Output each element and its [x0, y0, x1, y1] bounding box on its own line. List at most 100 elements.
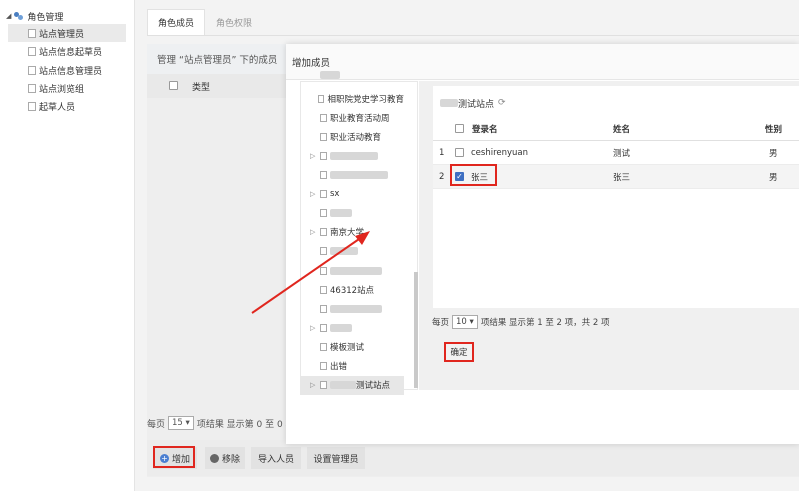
tab-role-members[interactable]: 角色成员 [147, 9, 205, 35]
remove-label: 移除 [221, 454, 240, 465]
site-tree-item[interactable] [300, 204, 404, 223]
import-button[interactable]: 导入人员 [251, 447, 301, 469]
highlight-add-box [153, 446, 195, 468]
user-gender: 男 [769, 149, 778, 159]
site-tree-item[interactable]: 职业教育活动周 [300, 108, 404, 127]
user-checkbox[interactable] [455, 148, 464, 157]
site-tree-label: sx [330, 189, 340, 200]
highlight-user-box [450, 164, 497, 186]
site-icon [320, 304, 327, 313]
site-tree-item[interactable]: 模板测试 [300, 337, 404, 356]
site-tree-item[interactable]: ▷ 南京大学 [300, 223, 404, 242]
redacted-text [330, 151, 378, 160]
tab-divider [147, 35, 799, 36]
redacted-text [330, 171, 388, 179]
expand-arrow-icon[interactable]: ▷ [310, 381, 320, 389]
select-all-checkbox[interactable] [169, 81, 178, 90]
redacted-text [330, 247, 358, 256]
tree-item-info-drafter[interactable]: 站点信息起草员 [8, 42, 126, 60]
redacted-text [320, 71, 340, 79]
user-row[interactable]: 1 ceshirenyuan 测试 男 [433, 141, 799, 165]
redacted-text [330, 304, 382, 313]
role-group-icon [14, 11, 24, 21]
site-tree-item[interactable]: 出错 [300, 357, 404, 376]
site-tree-label: 职业教育活动周 [330, 113, 390, 124]
user-table-header: 登录名 姓名 性别 [433, 117, 799, 141]
site-icon [320, 171, 327, 179]
confirm-label: 确定 [450, 348, 468, 358]
role-tree: ◢ 角色管理 站点管理员 站点信息起草员 站点信息管理员 站点浏览组 起草人员 [0, 0, 135, 491]
tree-item-label: 起草人员 [39, 102, 76, 113]
tree-root[interactable]: ◢ 角色管理 [6, 9, 63, 23]
site-tree-item[interactable]: ▷ 测试站点 [300, 375, 404, 395]
site-tree-item[interactable]: ▷ [300, 146, 404, 165]
site-icon [320, 209, 327, 218]
expand-arrow-icon[interactable]: ▷ [310, 152, 320, 160]
redacted-text [330, 323, 352, 332]
page-size-select[interactable]: 10 ▾ [452, 315, 478, 329]
site-tree-label: 职业活动教育 [330, 132, 382, 143]
site-icon [320, 228, 327, 237]
row-index: 1 [439, 148, 445, 158]
set-admin-label: 设置管理员 [313, 454, 359, 465]
user-name: 张三 [613, 173, 631, 183]
tab-label: 角色权限 [215, 18, 252, 29]
expand-arrow-icon[interactable]: ▷ [310, 228, 320, 236]
import-label: 导入人员 [257, 454, 294, 465]
user-name: 测试 [613, 149, 631, 159]
site-tree-item[interactable]: 46312站点 [300, 280, 404, 299]
site-icon [320, 362, 327, 370]
user-login: ceshirenyuan [471, 148, 529, 158]
document-icon [28, 28, 36, 38]
site-tree-item[interactable]: ▷ [300, 318, 404, 337]
site-icon [320, 113, 327, 122]
site-tree-item[interactable] [300, 299, 404, 318]
confirm-button[interactable]: 确定 [444, 342, 474, 362]
refresh-icon[interactable]: ⟳ [498, 98, 506, 108]
column-gender: 性别 [765, 125, 783, 135]
redacted-text [330, 266, 382, 275]
tree-item-site-admin[interactable]: 站点管理员 [8, 24, 126, 42]
site-tree-label: 南京大学 [330, 228, 365, 239]
document-icon [28, 65, 36, 75]
remove-button[interactable]: 移除 [205, 447, 245, 469]
site-tree-item[interactable]: 相职院党史学习教育 [300, 89, 404, 108]
user-pager: 每页 10 ▾ 项结果 显示第 1 至 2 项，共 2 项 [432, 313, 609, 331]
site-tree-scrollbar[interactable] [414, 272, 418, 388]
tab-role-permissions[interactable]: 角色权限 [205, 9, 263, 35]
site-tree-label: 测试站点 [356, 381, 391, 392]
tree-item-info-admin[interactable]: 站点信息管理员 [8, 61, 126, 79]
document-icon [28, 101, 36, 111]
site-tree-item[interactable] [300, 261, 404, 280]
tab-label: 角色成员 [157, 19, 194, 29]
site-tree-item[interactable]: 职业活动教育 [300, 127, 404, 146]
expand-arrow-icon[interactable]: ▷ [310, 324, 320, 332]
site-icon [320, 132, 327, 141]
page-size-select[interactable]: 15 ▾ [168, 416, 194, 430]
site-tree-item[interactable]: ▷ sx [300, 185, 404, 204]
tree-item-label: 站点浏览组 [39, 84, 85, 95]
action-bar: + 增加 移除 导入人员 设置管理员 [147, 440, 799, 476]
tree-item-site-browser[interactable]: 站点浏览组 [8, 79, 126, 97]
select-all-users-checkbox[interactable] [455, 124, 464, 133]
site-heading: 测试站点 ⟳ [440, 96, 506, 110]
site-tree-item[interactable] [300, 70, 404, 80]
site-tree-label: 模板测试 [330, 342, 365, 353]
column-name: 姓名 [613, 125, 631, 135]
site-tree-label: 46312站点 [330, 285, 375, 296]
site-icon [320, 247, 327, 256]
expand-arrow-icon[interactable]: ▷ [310, 190, 320, 198]
site-tree-item[interactable] [300, 166, 404, 185]
tree-root-label: 角色管理 [27, 12, 64, 23]
redacted-text [440, 99, 458, 107]
set-admin-button[interactable]: 设置管理员 [307, 447, 365, 469]
dialog-title: 增加成员 [292, 57, 331, 69]
site-icon [320, 285, 327, 294]
tree-item-drafter[interactable]: 起草人员 [8, 97, 126, 115]
collapse-triangle-icon[interactable]: ◢ [6, 12, 11, 20]
tree-item-label: 站点信息管理员 [39, 66, 103, 77]
site-icon [318, 94, 325, 103]
user-gender: 男 [769, 173, 778, 183]
site-tree-item[interactable] [300, 242, 404, 261]
site-tree-label: 相职院党史学习教育 [327, 94, 404, 105]
